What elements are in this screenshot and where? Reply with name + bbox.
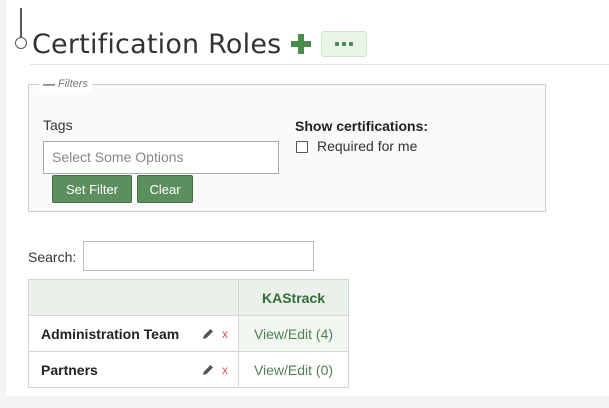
- clear-button[interactable]: Clear: [137, 175, 193, 203]
- title-divider: [30, 64, 609, 65]
- column-header-kastrack[interactable]: KAStrack: [238, 279, 349, 316]
- pencil-icon[interactable]: [202, 328, 214, 340]
- required-for-me-checkbox[interactable]: [296, 141, 308, 153]
- set-filter-button[interactable]: Set Filter: [52, 175, 132, 203]
- tags-label: Tags: [43, 117, 73, 133]
- kastrack-cell: View/Edit (4): [238, 315, 349, 352]
- search-input[interactable]: [83, 241, 314, 271]
- view-edit-link[interactable]: View/Edit (0): [254, 362, 333, 378]
- required-for-me-label[interactable]: Required for me: [317, 138, 417, 154]
- role-name: Administration Team: [41, 325, 180, 342]
- role-name-cell: Partners x: [28, 351, 239, 388]
- tags-select-input[interactable]: Select Some Options: [43, 141, 279, 174]
- role-name-cell: Administration Team x: [28, 315, 239, 352]
- show-certifications-label: Show certifications:: [295, 118, 429, 134]
- close-icon[interactable]: x: [222, 363, 228, 377]
- more-options-button[interactable]: [321, 31, 367, 57]
- ellipsis-icon: [335, 42, 339, 46]
- filters-panel: — Filters Tags Select Some Options Set F…: [28, 76, 546, 212]
- minus-icon[interactable]: —: [43, 76, 55, 92]
- table-header-row: KAStrack: [28, 279, 349, 316]
- roles-table: KAStrack Administration Team x View/Edit…: [28, 279, 349, 388]
- kastrack-cell: View/Edit (0): [238, 351, 349, 388]
- filters-legend-label: Filters: [58, 78, 88, 90]
- timeline-node-icon: [15, 37, 27, 49]
- filters-legend[interactable]: — Filters: [39, 76, 92, 92]
- view-edit-link[interactable]: View/Edit (4): [254, 326, 333, 342]
- timeline-line: [20, 8, 22, 38]
- table-row: Partners x View/Edit (0): [28, 351, 349, 388]
- plus-icon[interactable]: [290, 33, 312, 55]
- table-row: Administration Team x View/Edit (4): [28, 315, 349, 352]
- page: Certification Roles — Filters Tags Selec…: [6, 0, 609, 396]
- role-name: Partners: [41, 361, 98, 378]
- column-header-role: [28, 279, 239, 316]
- pencil-icon[interactable]: [202, 364, 214, 376]
- page-title: Certification Roles: [32, 29, 282, 60]
- search-label: Search:: [28, 249, 77, 265]
- close-icon[interactable]: x: [222, 327, 228, 341]
